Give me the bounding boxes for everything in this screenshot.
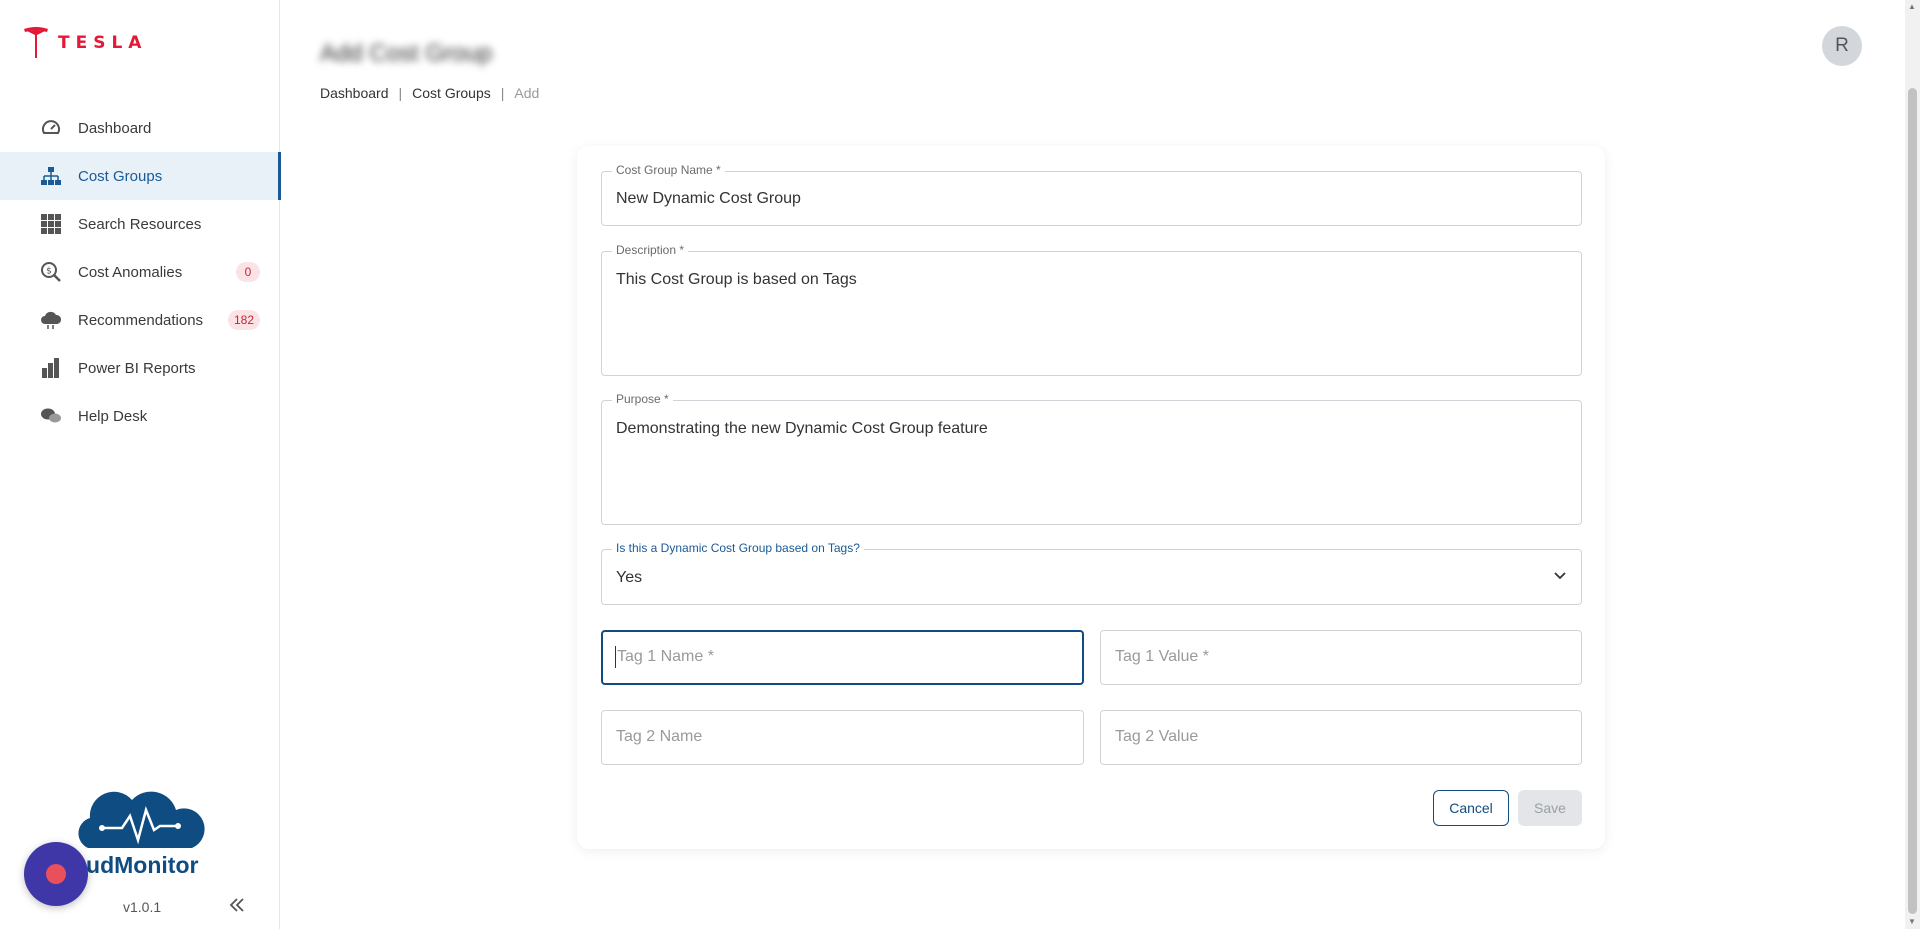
tag-2-value-input[interactable]: Tag 2 Value — [1100, 710, 1582, 765]
avatar[interactable]: R — [1822, 26, 1862, 66]
sidebar-item-power-bi-reports[interactable]: Power BI Reports — [0, 344, 280, 392]
cost-group-name-field[interactable]: Cost Group Name * New Dynamic Cost Group — [601, 163, 1582, 226]
svg-text:$: $ — [46, 267, 52, 277]
dollar-search-icon: $ — [40, 261, 62, 283]
sidebar-item-cost-anomalies[interactable]: $ Cost Anomalies 0 — [0, 248, 280, 296]
tag-1-name-input[interactable]: Tag 1 Name * — [601, 630, 1084, 685]
grid-icon — [40, 213, 62, 235]
sidebar-item-label: Recommendations — [78, 311, 204, 329]
cost-group-name-label: Cost Group Name * — [612, 163, 725, 177]
dynamic-cost-group-select[interactable]: Is this a Dynamic Cost Group based on Ta… — [601, 541, 1582, 605]
sidebar-item-help-desk[interactable]: Help Desk — [0, 392, 280, 440]
record-button[interactable] — [24, 842, 88, 906]
gauge-icon — [40, 117, 62, 139]
sidebar-item-label: Dashboard — [78, 119, 152, 137]
chevron-down-icon — [1553, 568, 1567, 586]
tag-2-value-placeholder: Tag 2 Value — [1115, 728, 1199, 745]
save-button[interactable]: Save — [1518, 790, 1582, 826]
purpose-value: Demonstrating the new Dynamic Cost Group… — [616, 420, 988, 437]
sidebar-item-recommendations[interactable]: Recommendations 182 — [0, 296, 280, 344]
breadcrumb-dashboard[interactable]: Dashboard — [320, 85, 389, 101]
dynamic-cost-group-label: Is this a Dynamic Cost Group based on Ta… — [612, 541, 864, 555]
text-cursor — [615, 646, 616, 668]
chat-bubbles-icon — [40, 405, 62, 427]
bar-chart-icon — [40, 357, 62, 379]
tesla-logo[interactable]: TESLA — [22, 26, 147, 60]
breadcrumb-separator: | — [500, 85, 505, 101]
tag-1-value-input[interactable]: Tag 1 Value * — [1100, 630, 1582, 685]
page-scrollbar[interactable]: ▲ ▼ — [1905, 0, 1920, 929]
scroll-up-arrow-icon[interactable]: ▲ — [1908, 2, 1916, 11]
sidebar-item-label: Cost Anomalies — [78, 263, 183, 281]
description-value: This Cost Group is based on Tags — [616, 271, 857, 288]
sidebar-item-cost-groups[interactable]: Cost Groups — [0, 152, 281, 200]
cancel-button[interactable]: Cancel — [1433, 790, 1509, 826]
cloud-icon — [40, 309, 62, 331]
sidebar-item-search-resources[interactable]: Search Resources — [0, 200, 280, 248]
scrollbar-thumb[interactable] — [1908, 88, 1917, 914]
breadcrumb: Dashboard | Cost Groups | Add — [320, 85, 539, 101]
tag-1-name-placeholder: Tag 1 Name * — [617, 648, 714, 665]
brand-wordmark: TESLA — [58, 33, 148, 53]
page-title: Add Cost Group — [320, 40, 493, 67]
breadcrumb-separator: | — [398, 85, 403, 101]
sidebar: TESLA Dashboard Cost Groups Search Resou… — [0, 0, 281, 929]
product-name: oudMonitor — [72, 852, 199, 878]
sidebar-nav: Dashboard Cost Groups Search Resources $… — [0, 104, 281, 440]
hierarchy-icon — [40, 165, 62, 187]
purpose-field[interactable]: Purpose * Demonstrating the new Dynamic … — [601, 392, 1582, 525]
dynamic-cost-group-value: Yes — [616, 569, 643, 586]
anomalies-count-badge: 0 — [236, 262, 260, 282]
description-field[interactable]: Description * This Cost Group is based o… — [601, 243, 1582, 376]
collapse-sidebar-icon[interactable] — [228, 896, 246, 919]
sidebar-item-label: Power BI Reports — [78, 359, 196, 377]
tag-2-name-input[interactable]: Tag 2 Name — [601, 710, 1084, 765]
app-version: v1.0.1 — [123, 899, 162, 915]
purpose-label: Purpose * — [612, 392, 673, 406]
tag-1-value-placeholder: Tag 1 Value * — [1115, 648, 1209, 665]
tesla-t-icon — [24, 27, 48, 58]
record-dot-icon — [46, 864, 66, 884]
sidebar-item-label: Search Resources — [78, 215, 202, 233]
tag-2-name-placeholder: Tag 2 Name — [616, 728, 703, 745]
recommendations-count-badge: 182 — [227, 310, 260, 330]
sidebar-item-label: Cost Groups — [78, 167, 163, 185]
breadcrumb-current: Add — [514, 85, 540, 101]
description-label: Description * — [612, 243, 689, 257]
sidebar-item-label: Help Desk — [78, 407, 148, 425]
scroll-down-arrow-icon[interactable]: ▼ — [1908, 917, 1916, 926]
cost-group-name-value: New Dynamic Cost Group — [616, 190, 801, 207]
breadcrumb-cost-groups[interactable]: Cost Groups — [412, 85, 491, 101]
sidebar-item-dashboard[interactable]: Dashboard — [0, 104, 280, 152]
